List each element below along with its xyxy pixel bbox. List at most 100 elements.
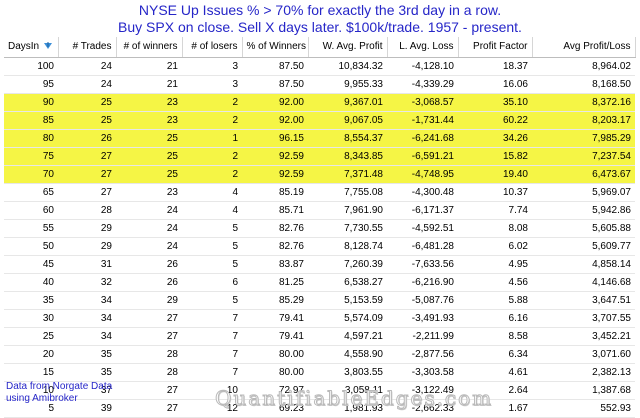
table-row[interactable]: 75 27 25 2 92.59 8,343.85 -6,591.21 15.82 7,237.… <box>4 147 635 166</box>
table-cell: 34 <box>58 327 116 346</box>
table-cell: 23 <box>116 183 182 202</box>
table-cell: 3,647.51 <box>532 291 635 310</box>
table-cell: 50 <box>4 237 58 256</box>
table-cell: 25 <box>116 129 182 148</box>
column-header-avg-loss[interactable]: L. Avg. Loss <box>387 37 459 58</box>
column-header-winners[interactable]: # of winners <box>116 37 183 58</box>
table-cell: -6,241.68 <box>387 129 458 148</box>
sort-descending-icon[interactable] <box>43 41 53 51</box>
table-row[interactable]: 80 26 25 1 96.15 8,554.37 -6,241.68 34.26 7,985.… <box>4 129 635 148</box>
column-header-losers[interactable]: # of losers <box>182 37 243 58</box>
table-cell: -6,216.90 <box>387 273 458 292</box>
table-row[interactable]: 90 25 23 2 92.00 9,367.01 -3,068.57 35.10 8,372.… <box>4 93 635 112</box>
table-cell: -1,731.44 <box>387 111 458 130</box>
table-cell: 9,367.01 <box>308 93 387 112</box>
table-cell: 10,834.32 <box>308 57 387 76</box>
table-cell: 552.93 <box>532 399 635 418</box>
table-cell: 32 <box>58 273 116 292</box>
table-cell: -4,592.51 <box>387 219 458 238</box>
table-cell: 85.29 <box>242 291 308 310</box>
table-cell: 5.88 <box>458 291 532 310</box>
table-cell: 9,067.05 <box>308 111 387 130</box>
table-cell: -3,068.57 <box>387 93 458 112</box>
column-header-avg-profit[interactable]: W. Avg. Profit <box>308 37 388 58</box>
table-cell: 23 <box>116 111 182 130</box>
table-cell: 1,387.68 <box>532 381 635 400</box>
table-cell: 5 <box>182 237 242 256</box>
table-cell: 2 <box>182 165 242 184</box>
table-cell: 7.74 <box>458 201 532 220</box>
table-cell: 27 <box>58 165 116 184</box>
table-cell: 60.22 <box>458 111 532 130</box>
table-cell: 100 <box>4 57 58 76</box>
table-row[interactable]: 60 28 24 4 85.71 7,961.90 -6,171.37 7.74 5,942.8… <box>4 201 635 220</box>
table-cell: 26 <box>58 129 116 148</box>
table-cell: -4,339.29 <box>387 75 458 94</box>
column-header-percent-winners[interactable]: % of Winners <box>242 37 309 58</box>
table-cell: 28 <box>58 201 116 220</box>
table-cell: 6 <box>182 273 242 292</box>
table-cell: 34.26 <box>458 129 532 148</box>
table-row[interactable]: 55 29 24 5 82.76 7,730.55 -4,592.51 8.08 5,605.8… <box>4 219 635 238</box>
table-cell: 8,203.17 <box>532 111 635 130</box>
table-row[interactable]: 40 32 26 6 81.25 6,538.27 -6,216.90 4.56 4,146.6… <box>4 273 635 292</box>
table-cell: 6,538.27 <box>308 273 387 292</box>
table-cell: 28 <box>116 345 182 364</box>
table-cell: 85.71 <box>242 201 308 220</box>
table-cell: 79.41 <box>242 327 308 346</box>
table-row[interactable]: 50 29 24 5 82.76 8,128.74 -6,481.28 6.02 5,609.7… <box>4 237 635 256</box>
table-cell: 15.82 <box>458 147 532 166</box>
table-cell: 34 <box>58 291 116 310</box>
table-row[interactable]: 45 31 26 5 83.87 7,260.39 -7,633.56 4.95 4,858.1… <box>4 255 635 274</box>
table-cell: 2 <box>182 111 242 130</box>
table-cell: 96.15 <box>242 129 308 148</box>
table-row[interactable]: 70 27 25 2 92.59 7,371.48 -4,748.95 19.40 6,473.… <box>4 165 635 184</box>
table-cell: 25 <box>116 165 182 184</box>
table-row[interactable]: 65 27 23 4 85.19 7,755.08 -4,300.48 10.37 5,969.… <box>4 183 635 202</box>
table-cell: 8.08 <box>458 219 532 238</box>
table-cell: 85.19 <box>242 183 308 202</box>
table-cell: 4 <box>182 183 242 202</box>
table-cell: 25 <box>4 327 58 346</box>
column-header-profit-factor[interactable]: Profit Factor <box>458 37 533 58</box>
table-cell: 35 <box>58 363 116 382</box>
column-header-trades[interactable]: # Trades <box>58 37 117 58</box>
table-row[interactable]: 100 24 21 3 87.50 10,834.32 -4,128.10 18.37 8,96… <box>4 57 635 76</box>
table-row[interactable]: 25 34 27 7 79.41 4,597.21 -2,211.99 8.58 3,452.2… <box>4 327 635 346</box>
table-cell: 92.59 <box>242 147 308 166</box>
table-cell: 5,153.59 <box>308 291 387 310</box>
table-cell: 5,609.77 <box>532 237 635 256</box>
table-row[interactable]: 95 24 21 3 87.50 9,955.33 -4,339.29 16.06 8,168.… <box>4 75 635 94</box>
table-cell: 6.16 <box>458 309 532 328</box>
table-cell: 5,605.88 <box>532 219 635 238</box>
table-row[interactable]: 20 35 28 7 80.00 4,558.90 -2,877.56 6.34 3,071.6… <box>4 345 635 364</box>
table-cell: 45 <box>4 255 58 274</box>
column-header-daysin[interactable]: DaysIn <box>4 37 59 58</box>
table-cell: 3,803.55 <box>308 363 387 382</box>
results-table: DaysIn # Trades # of winners # of losers… <box>4 37 636 418</box>
table-cell: 5 <box>182 219 242 238</box>
table-cell: -2,877.56 <box>387 345 458 364</box>
footer-line-2: using Amibroker <box>6 393 78 404</box>
table-cell: 40 <box>4 273 58 292</box>
table-cell: 80.00 <box>242 363 308 382</box>
table-row[interactable]: 85 25 23 2 92.00 9,067.05 -1,731.44 60.22 8,203.… <box>4 111 635 130</box>
table-cell: 25 <box>116 147 182 166</box>
table-cell: -7,633.56 <box>387 255 458 274</box>
table-cell: -4,748.95 <box>387 165 458 184</box>
table-cell: 82.76 <box>242 237 308 256</box>
table-row[interactable]: 30 34 27 7 79.41 5,574.09 -3,491.93 6.16 3,707.5… <box>4 309 635 328</box>
table-cell: 55 <box>4 219 58 238</box>
table-cell: 87.50 <box>242 57 308 76</box>
table-cell: 9,955.33 <box>308 75 387 94</box>
table-cell: 35 <box>4 291 58 310</box>
table-cell: 7,730.55 <box>308 219 387 238</box>
table-cell: 7,260.39 <box>308 255 387 274</box>
table-cell: 29 <box>58 237 116 256</box>
table-cell: 20 <box>4 345 58 364</box>
table-row[interactable]: 15 35 28 7 80.00 3,803.55 -3,303.58 4.61 2,382.1… <box>4 363 635 382</box>
table-row[interactable]: 35 34 29 5 85.29 5,153.59 -5,087.76 5.88 3,647.5… <box>4 291 635 310</box>
column-header-avg-profit-loss[interactable]: Avg Profit/Loss <box>532 37 636 58</box>
table-cell: 92.00 <box>242 111 308 130</box>
table-cell: 35.10 <box>458 93 532 112</box>
